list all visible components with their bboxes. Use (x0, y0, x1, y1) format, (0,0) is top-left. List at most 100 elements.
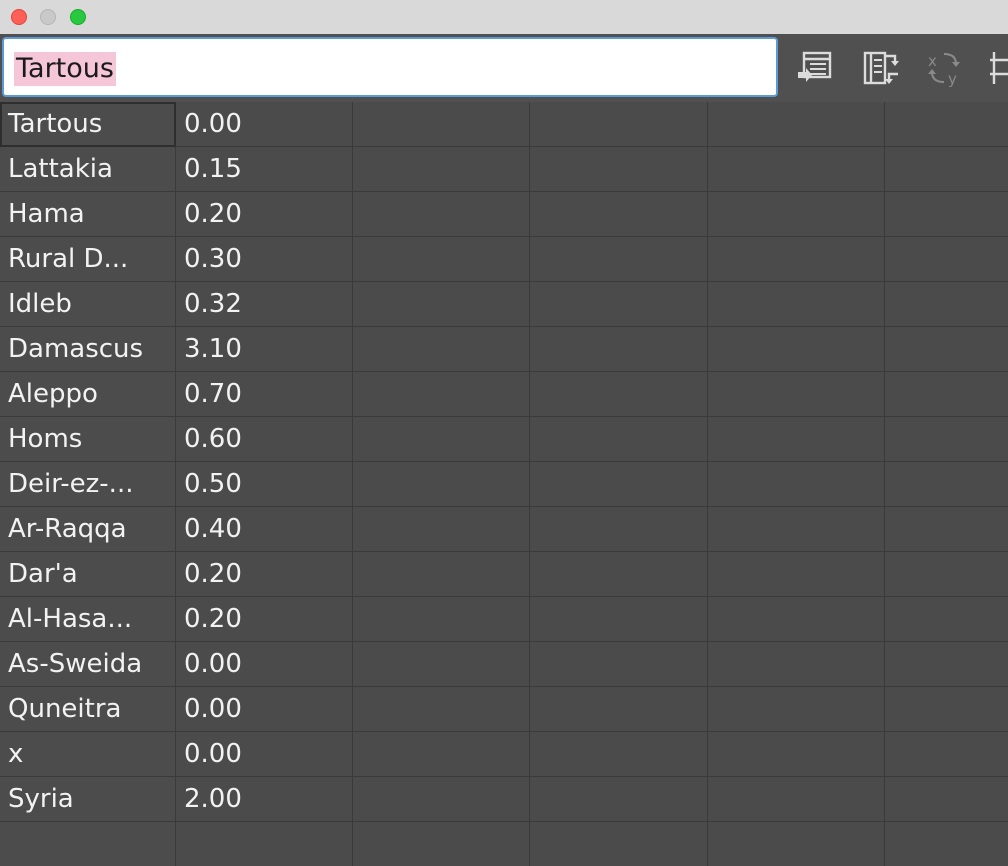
value-cell[interactable]: 0.20 (176, 552, 353, 597)
move-columns-icon[interactable] (986, 48, 1008, 88)
row-label-cell[interactable]: Al-Hasa... (0, 597, 176, 642)
empty-cell[interactable] (353, 777, 530, 822)
empty-cell[interactable] (530, 732, 708, 777)
empty-cell[interactable] (885, 732, 1008, 777)
empty-cell[interactable] (353, 147, 530, 192)
empty-cell[interactable] (530, 462, 708, 507)
empty-cell[interactable] (708, 642, 885, 687)
empty-cell[interactable] (530, 507, 708, 552)
value-cell[interactable]: 0.20 (176, 192, 353, 237)
empty-cell[interactable] (353, 642, 530, 687)
row-label-cell[interactable]: As-Sweida (0, 642, 176, 687)
empty-cell[interactable] (353, 282, 530, 327)
empty-cell[interactable] (530, 597, 708, 642)
value-cell[interactable]: 0.60 (176, 417, 353, 462)
empty-cell[interactable] (353, 237, 530, 282)
empty-cell[interactable] (353, 552, 530, 597)
row-label-cell[interactable]: Rural D... (0, 237, 176, 282)
empty-cell[interactable] (885, 192, 1008, 237)
row-label-cell[interactable]: Deir-ez-... (0, 462, 176, 507)
row-label-cell[interactable]: Hama (0, 192, 176, 237)
empty-cell[interactable] (530, 237, 708, 282)
empty-cell[interactable] (885, 507, 1008, 552)
empty-cell[interactable] (708, 552, 885, 597)
empty-cell[interactable] (885, 687, 1008, 732)
cell-edit-input[interactable]: Tartous (2, 37, 778, 97)
empty-cell[interactable] (708, 462, 885, 507)
row-label-cell[interactable]: Tartous (0, 102, 176, 147)
minimize-window-button[interactable] (40, 9, 56, 25)
empty-cell[interactable] (885, 552, 1008, 597)
row-label-cell[interactable]: Aleppo (0, 372, 176, 417)
empty-cell[interactable] (353, 687, 530, 732)
empty-cell[interactable] (530, 147, 708, 192)
empty-cell[interactable] (708, 192, 885, 237)
empty-cell[interactable] (530, 777, 708, 822)
transpose-table-icon[interactable] (862, 48, 902, 88)
swap-xy-icon[interactable]: x y (924, 48, 964, 88)
row-label-cell[interactable]: Ar-Raqqa (0, 507, 176, 552)
empty-cell[interactable] (353, 417, 530, 462)
empty-cell[interactable] (708, 237, 885, 282)
maximize-window-button[interactable] (70, 9, 86, 25)
value-cell[interactable]: 0.00 (176, 732, 353, 777)
value-cell[interactable]: 2.00 (176, 777, 353, 822)
empty-cell[interactable] (530, 372, 708, 417)
empty-cell[interactable] (708, 777, 885, 822)
empty-cell[interactable] (708, 687, 885, 732)
empty-cell[interactable] (708, 372, 885, 417)
empty-cell[interactable] (530, 687, 708, 732)
empty-cell[interactable] (708, 732, 885, 777)
row-label-cell[interactable]: Homs (0, 417, 176, 462)
empty-cell[interactable] (530, 192, 708, 237)
empty-cell[interactable] (708, 417, 885, 462)
empty-cell[interactable] (353, 507, 530, 552)
close-window-button[interactable] (11, 9, 27, 25)
value-cell[interactable]: 0.00 (176, 687, 353, 732)
empty-cell[interactable] (530, 327, 708, 372)
empty-cell[interactable] (353, 732, 530, 777)
value-cell[interactable]: 0.20 (176, 597, 353, 642)
empty-cell[interactable] (708, 282, 885, 327)
empty-cell[interactable] (708, 507, 885, 552)
row-label-cell[interactable]: Idleb (0, 282, 176, 327)
value-cell[interactable]: 0.00 (176, 102, 353, 147)
empty-cell[interactable] (530, 822, 708, 866)
empty-cell[interactable] (353, 597, 530, 642)
row-label-cell[interactable]: Dar'a (0, 552, 176, 597)
empty-cell[interactable] (353, 192, 530, 237)
empty-cell[interactable] (885, 642, 1008, 687)
empty-cell[interactable] (885, 372, 1008, 417)
empty-cell[interactable] (353, 372, 530, 417)
row-label-cell[interactable]: Syria (0, 777, 176, 822)
empty-cell[interactable] (353, 822, 530, 866)
empty-cell[interactable] (708, 327, 885, 372)
value-cell[interactable] (176, 822, 353, 866)
empty-cell[interactable] (708, 597, 885, 642)
row-label-cell[interactable]: Damascus (0, 327, 176, 372)
row-label-cell[interactable]: Lattakia (0, 147, 176, 192)
value-cell[interactable]: 0.40 (176, 507, 353, 552)
empty-cell[interactable] (885, 417, 1008, 462)
empty-cell[interactable] (530, 282, 708, 327)
empty-cell[interactable] (885, 237, 1008, 282)
row-label-cell[interactable]: x (0, 732, 176, 777)
empty-cell[interactable] (530, 552, 708, 597)
empty-cell[interactable] (885, 822, 1008, 866)
insert-table-icon[interactable] (796, 48, 836, 88)
value-cell[interactable]: 0.32 (176, 282, 353, 327)
empty-cell[interactable] (885, 327, 1008, 372)
value-cell[interactable]: 0.30 (176, 237, 353, 282)
value-cell[interactable]: 0.50 (176, 462, 353, 507)
empty-cell[interactable] (353, 462, 530, 507)
value-cell[interactable]: 0.15 (176, 147, 353, 192)
empty-cell[interactable] (885, 462, 1008, 507)
row-label-cell[interactable]: Quneitra (0, 687, 176, 732)
empty-cell[interactable] (885, 597, 1008, 642)
empty-cell[interactable] (708, 102, 885, 147)
empty-cell[interactable] (885, 102, 1008, 147)
value-cell[interactable]: 0.70 (176, 372, 353, 417)
value-cell[interactable]: 0.00 (176, 642, 353, 687)
empty-cell[interactable] (530, 417, 708, 462)
empty-cell[interactable] (353, 327, 530, 372)
